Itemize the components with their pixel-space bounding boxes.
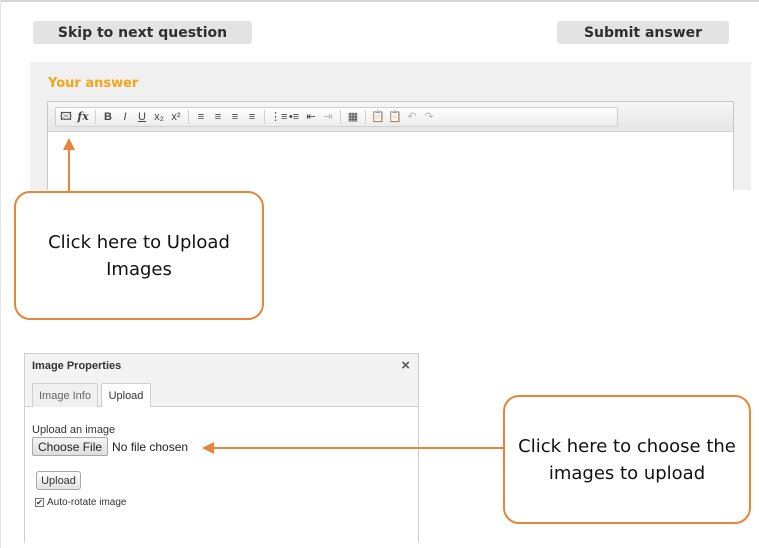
table-icon[interactable]: ▦: [346, 110, 360, 124]
toolbar-separator: [340, 110, 341, 124]
auto-rotate-row: ✔ Auto-rotate image: [35, 497, 127, 508]
toolbar-separator: [365, 110, 366, 124]
tab-image-info[interactable]: Image Info: [32, 383, 98, 407]
align-center-icon[interactable]: ≡: [211, 110, 225, 124]
close-icon[interactable]: ×: [401, 357, 410, 374]
upload-an-image-label: Upload an image: [32, 424, 116, 436]
toolbar-separator: [264, 110, 265, 124]
rich-text-editor[interactable]: 🖾 fx B I U x₂ x² ≡ ≡ ≡ ≡ ⋮≡ •≡ ⇤ ⇥ ▦ 📋 📋…: [47, 101, 734, 190]
dialog-header: Image Properties ×: [25, 354, 418, 379]
formula-icon[interactable]: fx: [76, 110, 90, 124]
numbered-list-icon[interactable]: ⋮≡: [270, 110, 287, 124]
callout-connector-vertical: [68, 149, 70, 191]
toolbar-separator: [95, 110, 96, 124]
editor-toolbar: 🖾 fx B I U x₂ x² ≡ ≡ ≡ ≡ ⋮≡ •≡ ⇤ ⇥ ▦ 📋 📋…: [48, 102, 733, 132]
image-icon[interactable]: 🖾: [59, 110, 73, 124]
answer-label: Your answer: [48, 76, 139, 91]
auto-rotate-label: Auto-rotate image: [47, 497, 127, 508]
frame-top-border: [0, 0, 759, 2]
underline-icon[interactable]: U: [135, 110, 149, 124]
toolbar-button-group: 🖾 fx B I U x₂ x² ≡ ≡ ≡ ≡ ⋮≡ •≡ ⇤ ⇥ ▦ 📋 📋…: [55, 107, 618, 127]
skip-to-next-question-button[interactable]: Skip to next question: [33, 21, 252, 44]
italic-icon[interactable]: I: [118, 110, 132, 124]
undo-icon[interactable]: ↶: [405, 110, 419, 124]
indent-icon[interactable]: ⇥: [321, 110, 335, 124]
file-status-text: No file chosen: [112, 439, 189, 454]
dialog-tabbar: Image Info Upload: [25, 379, 418, 407]
callout-connector-horizontal: [213, 447, 503, 449]
align-left-icon[interactable]: ≡: [194, 110, 208, 124]
dialog-body: Upload an image Choose File No file chos…: [32, 424, 412, 456]
choose-file-button[interactable]: Choose File: [32, 437, 109, 456]
paste-icon[interactable]: 📋: [371, 110, 385, 124]
tab-upload[interactable]: Upload: [101, 383, 151, 407]
bold-icon[interactable]: B: [101, 110, 115, 124]
upload-images-callout-text: Click here to Upload Images: [48, 231, 230, 280]
auto-rotate-checkbox[interactable]: ✔: [35, 498, 44, 507]
outdent-icon[interactable]: ⇤: [304, 110, 318, 124]
redo-icon[interactable]: ↷: [422, 110, 436, 124]
choose-images-callout: Click here to choose the images to uploa…: [503, 395, 751, 524]
subscript-icon[interactable]: x₂: [152, 110, 166, 124]
upload-button[interactable]: Upload: [36, 471, 81, 490]
bulleted-list-icon[interactable]: •≡: [287, 110, 301, 124]
dialog-title: Image Properties: [32, 360, 122, 372]
choose-images-callout-text: Click here to choose the images to uploa…: [518, 435, 736, 484]
justify-icon[interactable]: ≡: [245, 110, 259, 124]
align-right-icon[interactable]: ≡: [228, 110, 242, 124]
frame-left-border: [0, 0, 1, 548]
paste-text-icon[interactable]: 📋: [388, 110, 402, 124]
superscript-icon[interactable]: x²: [169, 110, 183, 124]
toolbar-separator: [188, 110, 189, 124]
submit-answer-button[interactable]: Submit answer: [557, 21, 729, 44]
upload-images-callout: Click here to Upload Images: [14, 191, 264, 320]
